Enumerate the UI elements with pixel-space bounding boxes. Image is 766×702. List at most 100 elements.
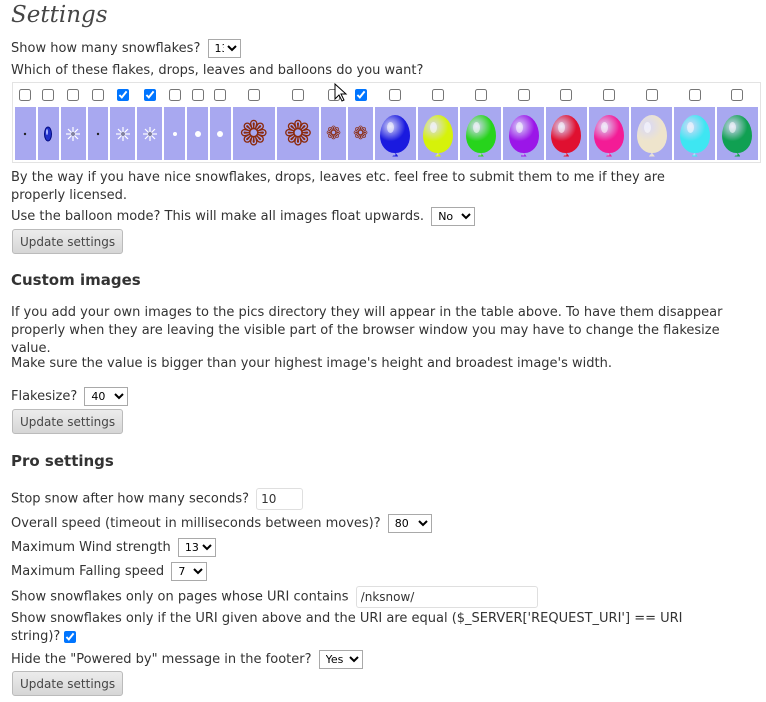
snowflake-count-label: Show how many snowflakes? xyxy=(11,41,201,56)
flake-checkbox[interactable] xyxy=(354,89,367,101)
flake-checkbox[interactable] xyxy=(91,89,104,101)
flake-checkbox[interactable] xyxy=(19,89,32,101)
uri-equal-checkbox[interactable] xyxy=(64,630,77,643)
flake-checkbox-cell xyxy=(233,85,275,105)
powered-by-label: Hide the "Powered by" message in the foo… xyxy=(11,652,312,667)
uri-label: Show snowflakes only on pages whose URI … xyxy=(11,589,349,605)
flakes-question: Which of these flakes, drops, leaves and… xyxy=(11,63,424,78)
update-settings-button[interactable]: Update settings xyxy=(12,409,124,434)
flake-image-cell: ❁ xyxy=(321,107,347,160)
snowflake-icon xyxy=(66,126,81,141)
snowflake-count-select[interactable]: 13 xyxy=(207,39,241,58)
tiny-dot-flake-icon xyxy=(96,132,100,135)
flake-checkbox-cell xyxy=(15,85,36,105)
update-settings-button[interactable]: Update settings xyxy=(12,229,124,254)
flake-image-cell xyxy=(187,107,208,160)
flake-image-cell xyxy=(137,107,163,160)
powered-by-row: Hide the "Powered by" message in the foo… xyxy=(11,650,363,669)
custom-images-heading: Custom images xyxy=(11,271,141,289)
custom-images-text: If you add your own images to the pics d… xyxy=(11,305,723,356)
flake-checkbox[interactable] xyxy=(214,89,227,101)
snowflake-icon xyxy=(142,126,157,141)
flake-checkbox-cell xyxy=(187,85,208,105)
stop-snow-input[interactable] xyxy=(256,488,304,510)
maple-leaf-icon: ❁ xyxy=(326,122,342,144)
falling-speed-row: Maximum Falling speed 7 xyxy=(11,562,208,581)
balloon-icon xyxy=(594,114,625,153)
flake-checkbox[interactable] xyxy=(143,89,156,101)
flake-image-cell xyxy=(87,107,109,160)
water-drop-icon xyxy=(44,126,53,141)
balloon-shine xyxy=(472,121,480,133)
balloon-shine xyxy=(729,121,737,133)
wind-select[interactable]: 13 xyxy=(177,538,216,557)
flake-selection-table: ❁ ❁ ❁ ❁ xyxy=(12,82,761,163)
flake-checkbox[interactable] xyxy=(168,89,181,101)
flake-image-cell xyxy=(545,107,587,160)
balloon-icon xyxy=(636,114,667,153)
flake-image-cell xyxy=(417,107,459,160)
flakesize-label: Flakesize? xyxy=(11,389,78,404)
flake-checkbox[interactable] xyxy=(645,89,658,101)
speed-row: Overall speed (timeout in milliseconds b… xyxy=(11,514,432,533)
small-dot-flake-icon xyxy=(172,131,177,136)
update-settings-button[interactable]: Update settings xyxy=(12,671,124,696)
balloon-mode-label: Use the balloon mode? This will make all… xyxy=(11,209,425,224)
flake-checkbox-cell xyxy=(137,85,162,105)
uri-equal-label: Show snowflakes only if the URI given ab… xyxy=(11,611,683,644)
flake-image-cell xyxy=(631,107,673,160)
flake-image-cell xyxy=(374,107,416,160)
flake-checkbox[interactable] xyxy=(560,89,573,101)
balloon-shine xyxy=(558,121,566,133)
flake-image-cell xyxy=(164,107,186,160)
balloon-shine xyxy=(643,121,651,133)
flake-image-cell xyxy=(588,107,630,160)
flake-checkbox[interactable] xyxy=(517,89,530,101)
flake-checkbox-cell xyxy=(375,85,416,105)
flake-checkbox-cell xyxy=(589,85,630,105)
flake-checkbox-cell xyxy=(674,85,715,105)
flakesize-select[interactable]: 40 xyxy=(84,387,129,406)
flake-checkbox-cell xyxy=(61,85,86,105)
flake-checkbox[interactable] xyxy=(67,89,80,101)
flake-checkbox-cell xyxy=(164,85,185,105)
falling-speed-select[interactable]: 7 xyxy=(171,562,208,581)
balloon-mode-select[interactable]: No xyxy=(431,207,476,226)
flake-checkbox-cell xyxy=(418,85,459,105)
falling-speed-label: Maximum Falling speed xyxy=(11,564,165,579)
flake-image-row: ❁ ❁ ❁ ❁ xyxy=(15,107,758,160)
flake-checkbox-cell xyxy=(631,85,672,105)
balloon-shine xyxy=(430,121,438,133)
maple-leaf-icon: ❁ xyxy=(239,113,269,154)
flake-checkbox[interactable] xyxy=(603,89,616,101)
flake-checkbox[interactable] xyxy=(292,89,305,101)
flake-checkbox[interactable] xyxy=(389,89,402,101)
flake-checkbox-cell xyxy=(460,85,501,105)
balloon-shine xyxy=(686,121,694,133)
flake-checkbox[interactable] xyxy=(688,89,701,101)
flakesize-row: Flakesize? 40 xyxy=(11,387,129,406)
flake-checkbox-cell xyxy=(88,85,109,105)
uri-equal-row: Show snowflakes only if the URI given ab… xyxy=(11,610,711,646)
flake-checkbox[interactable] xyxy=(474,89,487,101)
flake-image-cell xyxy=(37,107,59,160)
uri-input[interactable] xyxy=(355,586,538,608)
flake-checkbox[interactable] xyxy=(191,89,204,101)
flake-checkbox[interactable] xyxy=(42,89,55,101)
balloon-icon xyxy=(551,114,582,153)
flake-checkbox[interactable] xyxy=(432,89,445,101)
powered-by-select[interactable]: Yes xyxy=(318,650,363,669)
flake-checkbox-cell xyxy=(277,85,319,105)
flake-checkbox[interactable] xyxy=(116,89,129,101)
uri-row: Show snowflakes only on pages whose URI … xyxy=(11,586,538,608)
flake-checkbox[interactable] xyxy=(247,89,260,101)
balloon-icon xyxy=(423,114,454,153)
tiny-dot-flake-icon xyxy=(24,132,27,135)
pro-settings-heading: Pro settings xyxy=(11,452,114,470)
flake-checkbox-cell xyxy=(546,85,587,105)
maple-leaf-icon: ❁ xyxy=(352,122,369,144)
speed-select[interactable]: 80 xyxy=(387,514,432,533)
flake-checkbox-cell xyxy=(110,85,135,105)
flake-checkbox[interactable] xyxy=(731,89,744,101)
flake-checkbox-cell xyxy=(717,85,758,105)
